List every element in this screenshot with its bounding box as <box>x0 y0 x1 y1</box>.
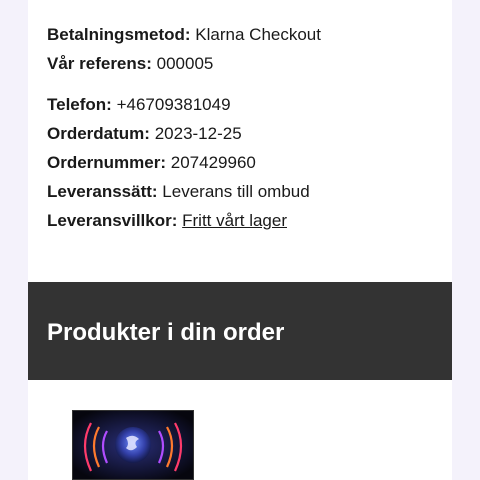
reference-row: Vår referens: 000005 <box>47 49 447 78</box>
phone-row: Telefon: +46709381049 <box>47 90 447 119</box>
reference-value: 000005 <box>156 54 214 73</box>
delivery-terms-link[interactable]: Fritt vårt lager <box>182 211 287 230</box>
product-image[interactable] <box>72 410 194 480</box>
reference-label: Vår referens: <box>47 54 152 73</box>
order-number-label: Ordernummer: <box>47 153 167 172</box>
delivery-method-label: Leveranssätt: <box>47 182 158 201</box>
products-section-title: Produkter i din order <box>47 319 285 346</box>
order-info: Telefon: +46709381049 Orderdatum: 2023-1… <box>47 90 447 235</box>
order-number-value: 207429960 <box>170 153 256 172</box>
payment-info: Betalningsmetod: Klarna Checkout Vår ref… <box>47 20 447 78</box>
payment-method-row: Betalningsmetod: Klarna Checkout <box>47 20 447 49</box>
order-date-label: Orderdatum: <box>47 124 150 143</box>
order-date-value: 2023-12-25 <box>154 124 242 143</box>
delivery-method-row: Leveranssätt: Leverans till ombud <box>47 177 447 206</box>
products-section-header: Produkter i din order <box>28 282 452 380</box>
phone-label: Telefon: <box>47 95 112 114</box>
order-date-row: Orderdatum: 2023-12-25 <box>47 119 447 148</box>
payment-method-value: Klarna Checkout <box>195 25 321 44</box>
delivery-method-value: Leverans till ombud <box>162 182 310 201</box>
order-number-row: Ordernummer: 207429960 <box>47 148 447 177</box>
delivery-terms-row: Leveransvillkor: Fritt vårt lager <box>47 206 447 235</box>
payment-method-label: Betalningsmetod: <box>47 25 191 44</box>
phone-value: +46709381049 <box>116 95 231 114</box>
delivery-terms-label: Leveransvillkor: <box>47 211 178 230</box>
product-thumbnail-graphic <box>73 411 193 479</box>
